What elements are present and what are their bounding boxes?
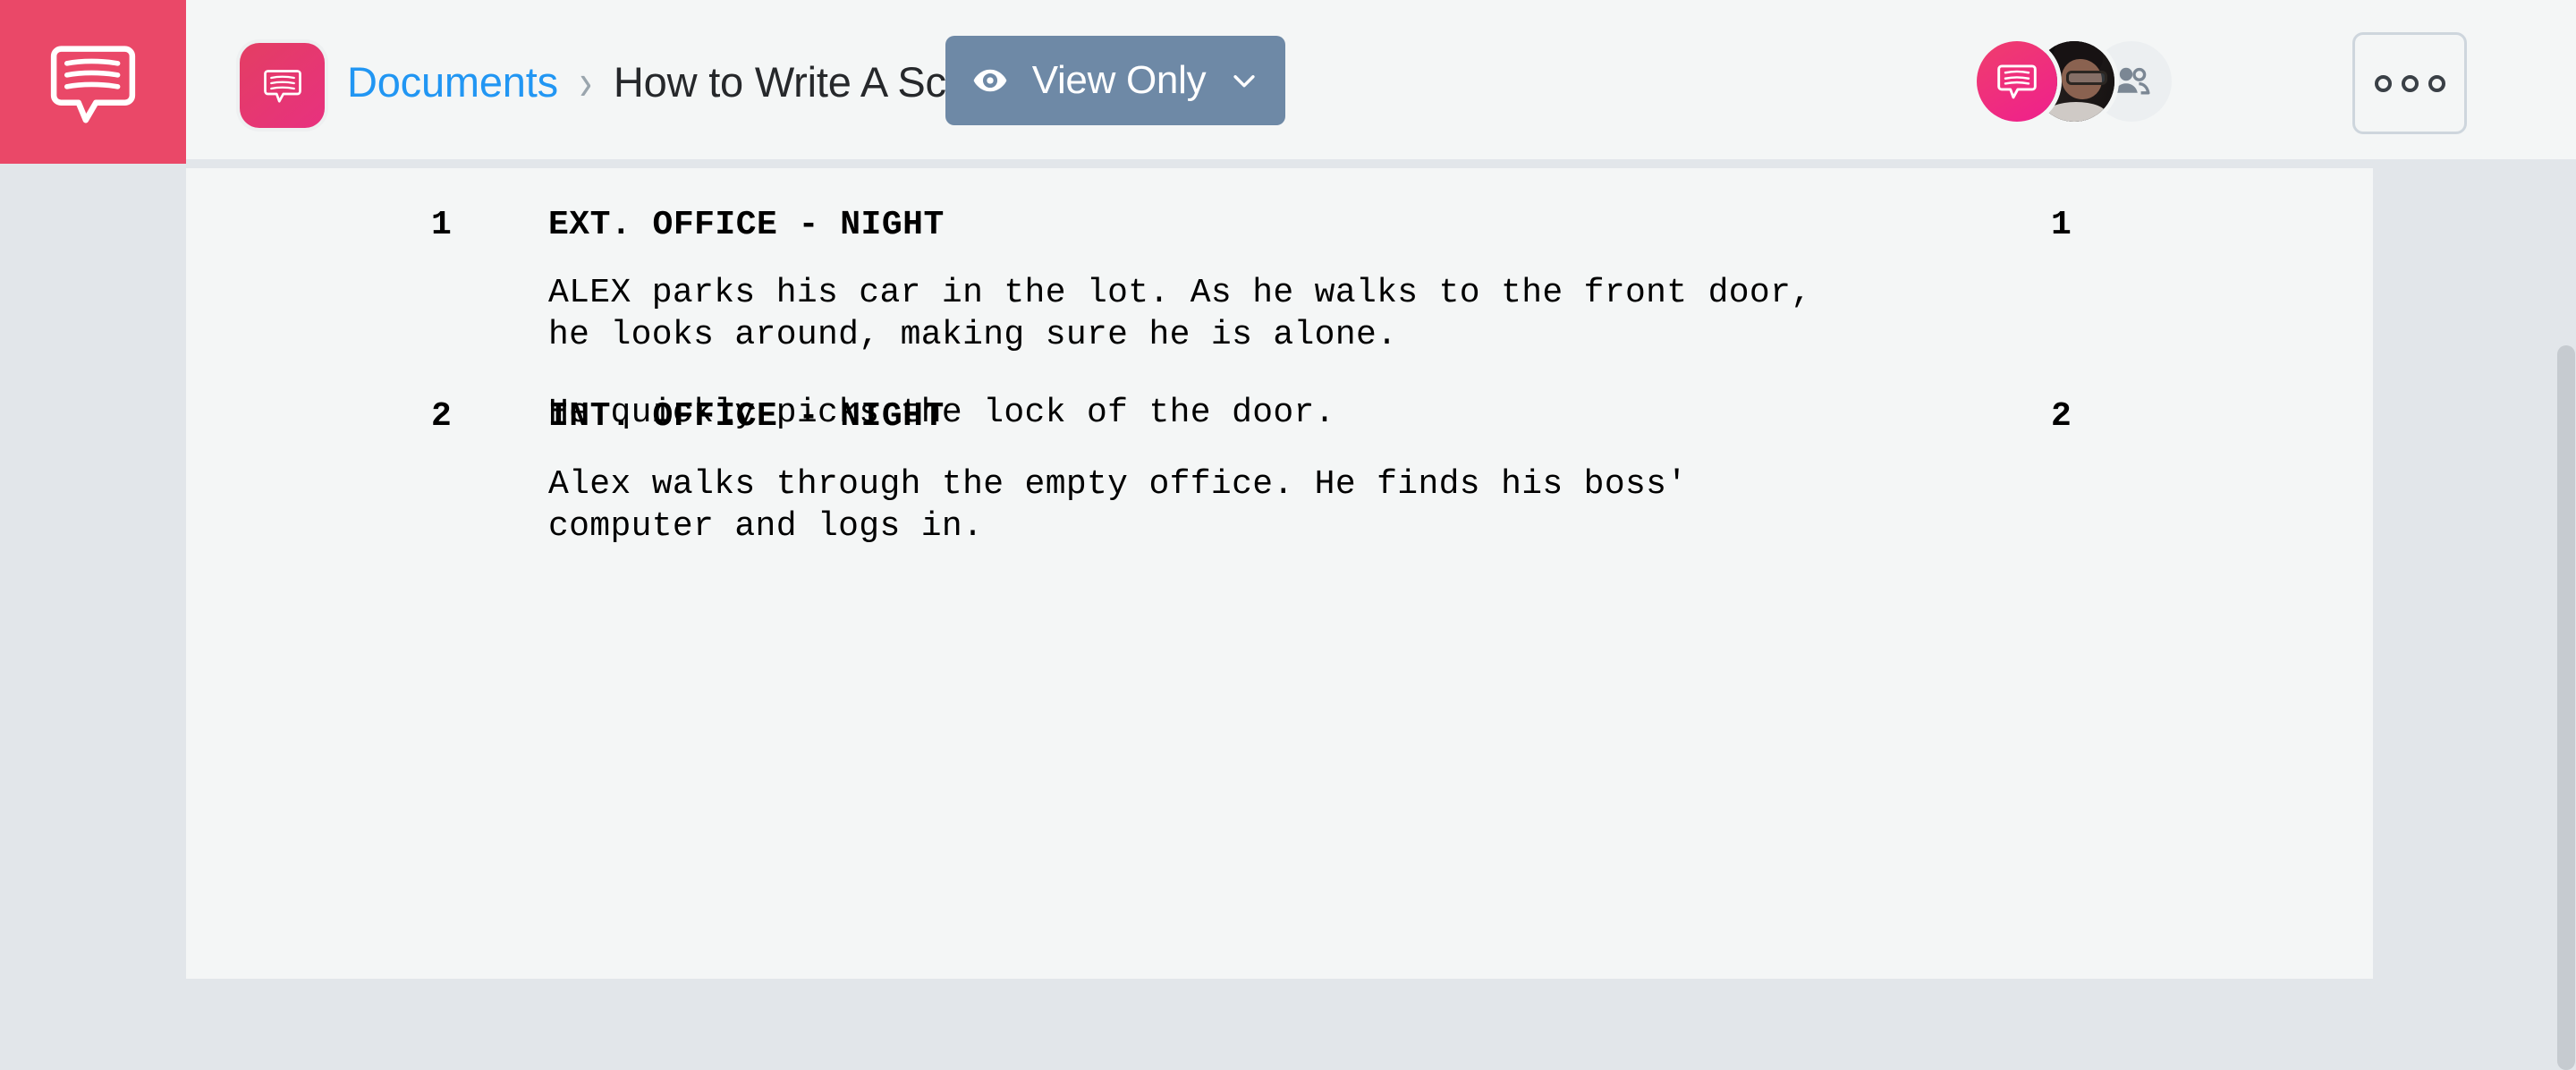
breadcrumb-item-documents[interactable]: Documents: [347, 57, 558, 106]
brand-avatar[interactable]: [1977, 41, 2057, 122]
chevron-right-icon: ›: [579, 53, 592, 110]
scene-number-left: 1: [431, 206, 452, 244]
speech-bubble-icon: [1994, 58, 2040, 105]
more-options-button[interactable]: [2352, 32, 2467, 134]
brand-logo-block[interactable]: [0, 0, 186, 164]
ellipsis-icon-dot-2: [2401, 74, 2419, 92]
ellipsis-icon: [2374, 74, 2392, 92]
avatar-photo-shirt: [2045, 102, 2106, 122]
scene-heading: EXT. OFFICE - NIGHT: [548, 206, 945, 244]
ellipsis-icon-dot-3: [2428, 74, 2445, 92]
page-gutter-right: [2373, 168, 2556, 979]
breadcrumb-item-current[interactable]: How to Write A Sce..: [614, 57, 993, 106]
avatar-photo-glasses: [2066, 71, 2107, 86]
vertical-scrollbar[interactable]: [2556, 168, 2576, 1070]
screenplay-page: 1 EXT. OFFICE - NIGHT 1 ALEX parks his c…: [186, 168, 2373, 979]
breadcrumb: Documents › How to Write A Sce..: [347, 0, 993, 164]
action-paragraph: ALEX parks his car in the lot. As he wal…: [548, 274, 1812, 354]
scene-number-left: 2: [431, 397, 452, 436]
avatar-stack: [1977, 40, 2172, 123]
scene-heading: INT. OFFICE - NIGHT: [548, 397, 945, 436]
app-header: Documents › How to Write A Sce.. View On…: [0, 0, 2576, 164]
speech-bubble-icon: [261, 64, 304, 107]
scene-number-right: 2: [2051, 397, 2072, 436]
document-scroll-area[interactable]: 1 EXT. OFFICE - NIGHT 1 ALEX parks his c…: [0, 168, 2576, 979]
scene-number-right: 1: [2051, 206, 2072, 244]
action-paragraph: Alex walks through the empty office. He …: [548, 465, 1688, 546]
chevron-down-icon: [1229, 65, 1259, 96]
speech-bubble-logo-icon: [47, 36, 140, 129]
people-icon: [2110, 60, 2153, 103]
view-mode-label: View Only: [1031, 58, 1207, 102]
app-tile-button[interactable]: [240, 43, 325, 128]
view-mode-button[interactable]: View Only: [945, 36, 1285, 125]
eye-icon: [971, 62, 1009, 99]
scrollbar-thumb[interactable]: [2557, 345, 2575, 1070]
app-root: Documents › How to Write A Sce.. View On…: [0, 0, 2576, 1070]
